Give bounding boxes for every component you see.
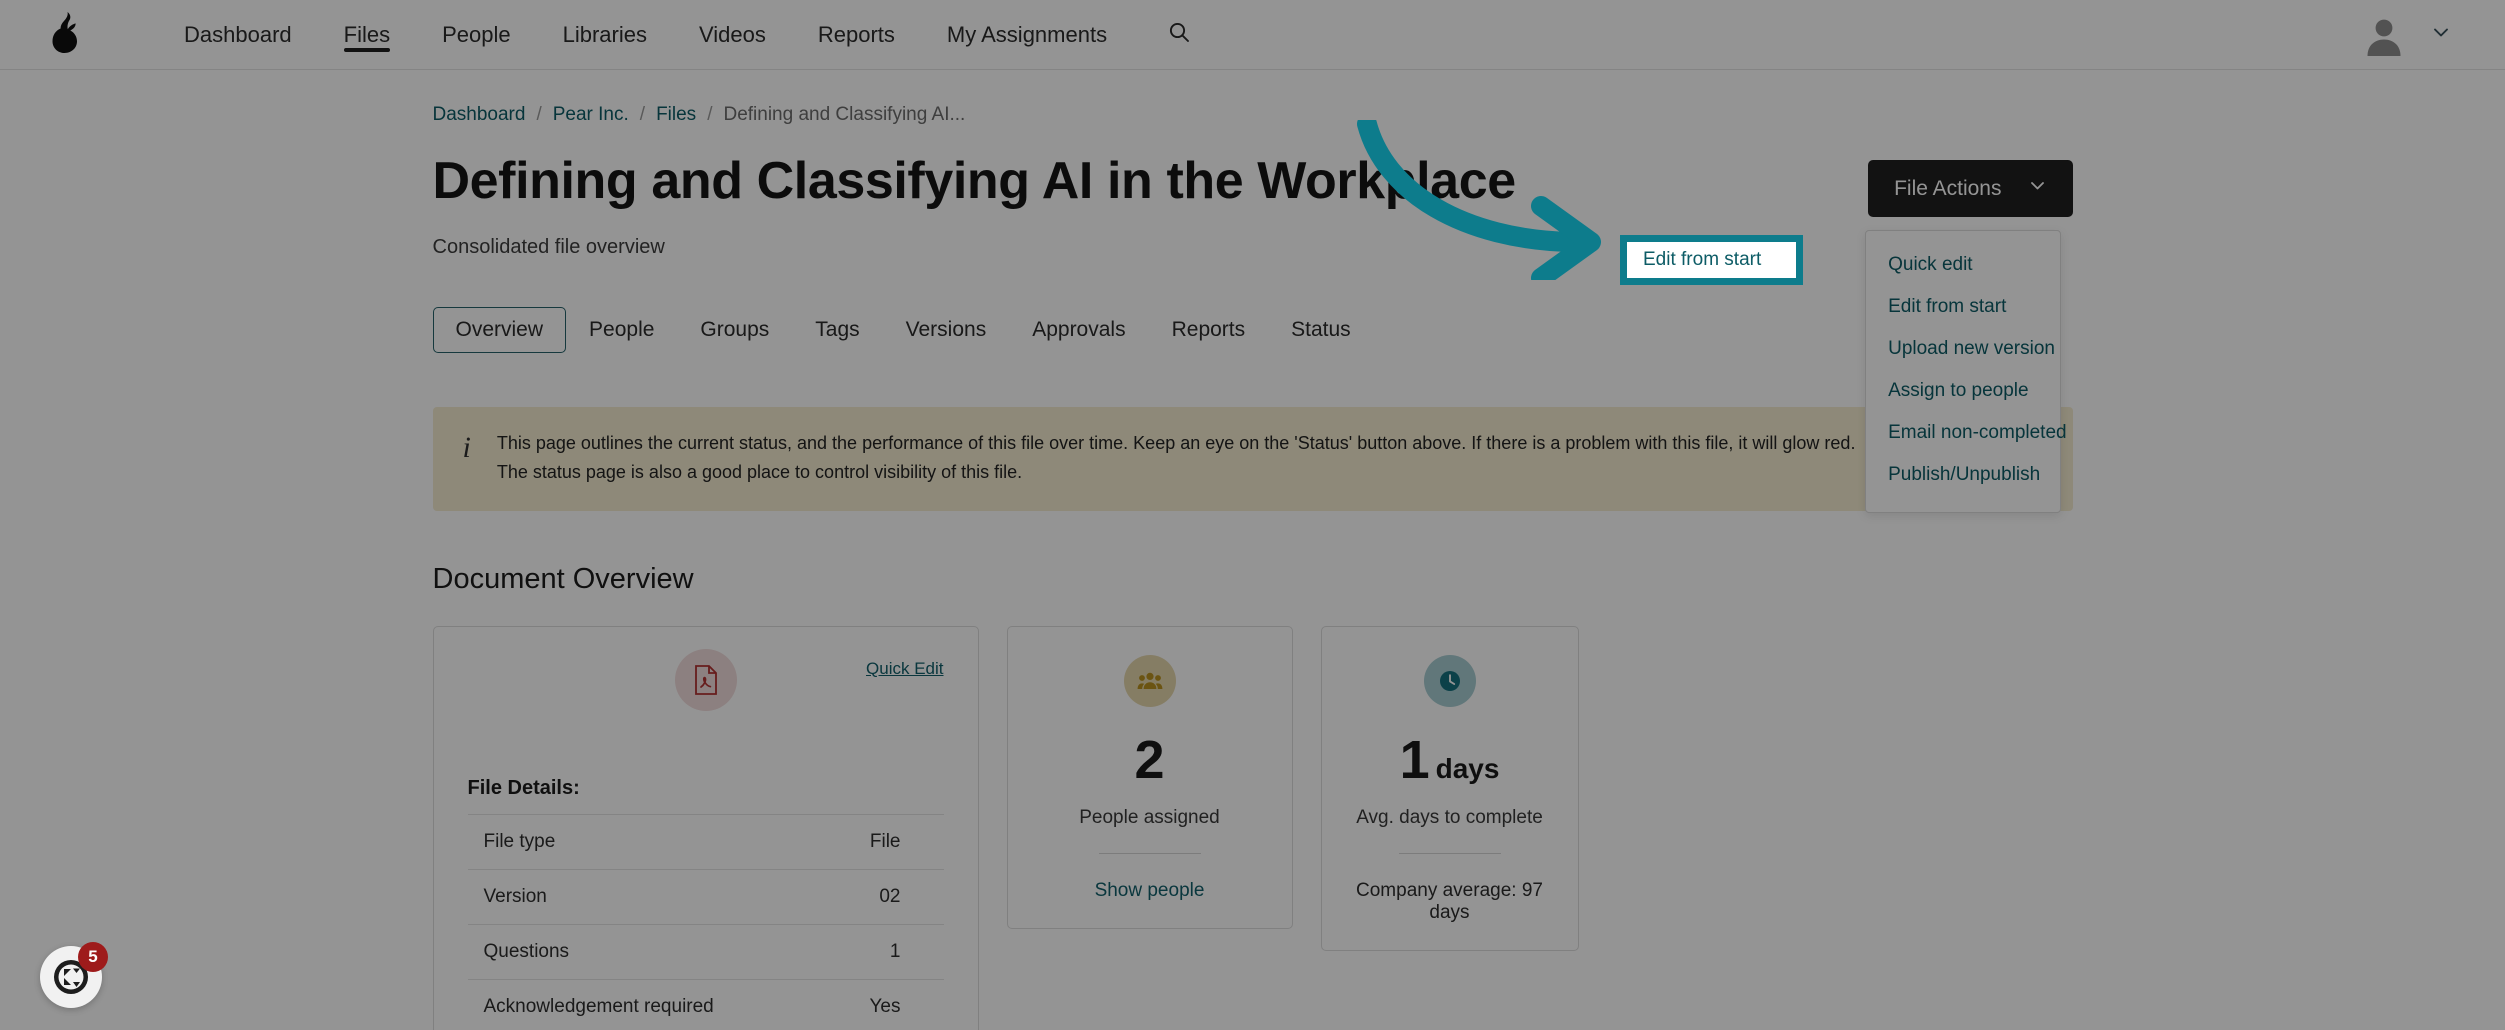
file-details-heading: File Details:: [467, 777, 580, 800]
row-value: 1: [889, 941, 901, 963]
info-banner-line-1: This page outlines the current status, a…: [496, 432, 1856, 453]
show-people-link[interactable]: Show people: [1095, 854, 1205, 902]
highlighted-menu-item-edit-from-start[interactable]: Edit from start: [1620, 235, 1803, 285]
overview-cards-grid: Quick Edit File Details: File type File …: [432, 626, 2073, 1030]
nav-item-files[interactable]: Files: [318, 0, 416, 70]
info-banner-line-2: The status page is also a good place to …: [496, 461, 1023, 482]
info-icon: i: [462, 430, 471, 464]
chevron-down-icon: [2028, 176, 2047, 201]
breadcrumb-current: Defining and Classifying AI...: [723, 104, 966, 125]
row-value: Yes: [869, 996, 901, 1018]
company-average-text: Company average: 97 days: [1356, 880, 1543, 924]
nav-item-videos[interactable]: Videos: [673, 0, 792, 70]
page-subtitle: Consolidated file overview: [432, 235, 665, 258]
table-row: Acknowledgement required Yes: [467, 979, 944, 1030]
stat-unit: days: [1435, 753, 1500, 785]
menu-item-quick-edit[interactable]: Quick edit: [1866, 244, 2060, 286]
page-body: Dashboard / Pear Inc. / Files / Defining…: [0, 70, 2505, 1030]
pdf-file-icon: [674, 649, 737, 712]
breadcrumb-item-files[interactable]: Files: [656, 104, 696, 126]
nav-item-people[interactable]: People: [416, 0, 537, 70]
nav-label: My Assignments: [946, 21, 1108, 47]
tab-overview[interactable]: Overview: [432, 306, 567, 353]
avg-days-value: 1 days: [1400, 733, 1500, 787]
nav-item-my-assignments[interactable]: My Assignments: [921, 0, 1133, 70]
row-label: Version: [483, 886, 547, 908]
breadcrumb-separator: /: [536, 104, 542, 125]
stat-value: 2: [1134, 730, 1165, 791]
highlight-label: Edit from start: [1643, 249, 1762, 270]
content-container: Dashboard / Pear Inc. / Files / Defining…: [432, 70, 2073, 1030]
nav-item-dashboard[interactable]: Dashboard: [158, 0, 318, 70]
page-title: Defining and Classifying AI in the Workp…: [432, 152, 1517, 210]
breadcrumb: Dashboard / Pear Inc. / Files / Defining…: [433, 104, 2073, 126]
section-heading-document-overview: Document Overview: [432, 563, 694, 596]
menu-item-email-non-completed[interactable]: Email non-completed: [1866, 412, 2066, 454]
tab-tags[interactable]: Tags: [792, 307, 882, 353]
search-button[interactable]: [1153, 20, 1205, 49]
chevron-down-icon[interactable]: [2431, 22, 2451, 47]
tab-people[interactable]: People: [566, 307, 677, 353]
avg-days-label: Avg. days to complete: [1356, 807, 1543, 829]
tab-approvals[interactable]: Approvals: [1009, 307, 1148, 353]
nav-item-libraries[interactable]: Libraries: [537, 0, 673, 70]
stat-value: 1: [1399, 730, 1430, 791]
row-value: 02: [879, 886, 901, 908]
row-label: Acknowledgement required: [483, 996, 714, 1018]
file-actions-label: File Actions: [1894, 176, 2002, 200]
app-logo[interactable]: [36, 10, 96, 59]
file-actions-button[interactable]: File Actions: [1868, 160, 2073, 217]
info-banner: i This page outlines the current status,…: [432, 406, 2073, 512]
nav-label: Libraries: [562, 21, 647, 47]
breadcrumb-item-pear-inc[interactable]: Pear Inc.: [553, 104, 629, 126]
people-group-icon: [1123, 655, 1176, 708]
chat-unread-badge: 5: [78, 942, 108, 972]
nav-label: Videos: [698, 21, 766, 47]
search-icon: [1167, 20, 1191, 49]
nav-label: Dashboard: [184, 21, 292, 47]
breadcrumb-separator: /: [639, 104, 646, 125]
quick-edit-link[interactable]: Quick Edit: [866, 659, 943, 679]
menu-item-edit-from-start[interactable]: Edit from start: [1866, 286, 2060, 328]
avg-days-card: 1 days Avg. days to complete Company ave…: [1320, 626, 1579, 952]
file-details-card-header: Quick Edit: [468, 649, 944, 733]
menu-item-upload-new-version[interactable]: Upload new version: [1866, 328, 2060, 370]
file-details-card: Quick Edit File Details: File type File …: [432, 626, 979, 1030]
page-header-actions: File Actions Quick edit Edit from start …: [1865, 152, 2073, 513]
chat-widget[interactable]: 5: [40, 942, 108, 1008]
nav-label: Reports: [817, 21, 895, 47]
tab-status[interactable]: Status: [1268, 307, 1374, 353]
table-row: Version 02: [467, 869, 944, 924]
tab-reports[interactable]: Reports: [1149, 307, 1269, 353]
primary-nav-items: Dashboard Files People Libraries Videos …: [158, 0, 1205, 69]
avatar[interactable]: [2363, 14, 2405, 56]
page-header-text: Defining and Classifying AI in the Workp…: [432, 152, 1517, 259]
menu-item-publish-unpublish[interactable]: Publish/Unpublish: [1866, 454, 2060, 496]
pear-logo-icon: [51, 10, 81, 59]
user-menu[interactable]: [2363, 14, 2469, 56]
row-label: File type: [483, 831, 556, 853]
content-tabs: Overview People Groups Tags Versions App…: [432, 306, 2073, 353]
table-row: Questions 1: [467, 924, 944, 979]
tab-versions[interactable]: Versions: [883, 307, 1010, 353]
tab-groups[interactable]: Groups: [677, 307, 792, 353]
info-banner-text: This page outlines the current status, a…: [497, 429, 1856, 487]
row-label: Questions: [483, 941, 570, 963]
menu-item-assign-to-people[interactable]: Assign to people: [1866, 370, 2060, 412]
people-assigned-card: 2 People assigned Show people: [1006, 626, 1293, 930]
file-actions-dropdown-menu: Quick edit Edit from start Upload new ve…: [1865, 230, 2067, 513]
nav-label: People: [442, 21, 511, 47]
row-value: File: [869, 831, 901, 853]
breadcrumb-item-dashboard[interactable]: Dashboard: [433, 104, 526, 126]
nav-label: Files: [343, 21, 391, 47]
people-assigned-label: People assigned: [1079, 807, 1220, 829]
clock-icon: [1423, 655, 1476, 708]
page-header: Defining and Classifying AI in the Workp…: [432, 152, 2073, 513]
top-navigation-bar: Dashboard Files People Libraries Videos …: [0, 0, 2505, 70]
people-assigned-value: 2: [1134, 733, 1164, 787]
breadcrumb-separator: /: [707, 104, 713, 125]
table-row: File type File: [467, 814, 944, 869]
nav-item-reports[interactable]: Reports: [792, 0, 921, 70]
